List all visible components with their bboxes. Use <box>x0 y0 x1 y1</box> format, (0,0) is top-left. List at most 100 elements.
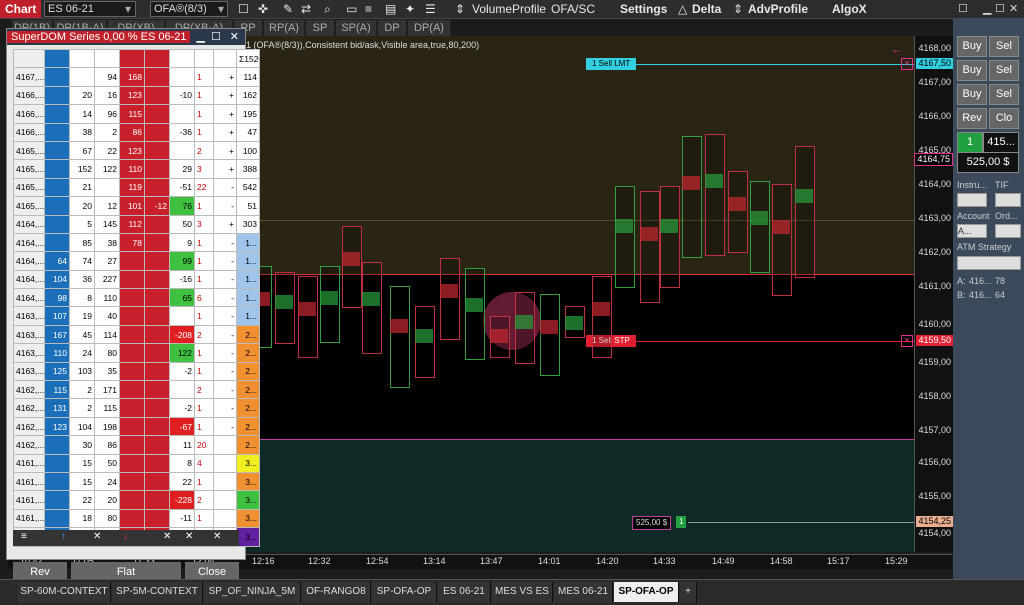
order-qty-select[interactable] <box>995 224 1021 238</box>
chevron-down-icon[interactable]: ▾ <box>218 1 224 17</box>
sell-ask-button[interactable]: Sel <box>989 36 1019 57</box>
ladder-row[interactable]: 4163,... 107 19 40 1-1... <box>13 306 260 326</box>
close-position-button[interactable]: Clo <box>989 108 1019 129</box>
buy-ask-button[interactable]: Buy <box>957 36 987 57</box>
ladder-row[interactable]: 4161,... 15 50 8 4 3... <box>13 453 260 473</box>
square-icon[interactable]: ☐ <box>958 2 968 15</box>
bid-cell[interactable]: 104 <box>44 269 70 290</box>
superdom-ladder[interactable]: Σ1520524167,...941681+1144166,...2016123… <box>13 48 260 547</box>
ask-cell[interactable] <box>119 288 145 308</box>
ladder-row[interactable]: 4161,... 15 24 22 1 3... <box>13 471 260 492</box>
bid-cell[interactable]: 64 <box>44 251 70 271</box>
atm-strategy-select[interactable] <box>957 256 1021 270</box>
sell-bid-button[interactable]: Sel <box>989 84 1019 105</box>
template-icon[interactable]: ▭ <box>346 1 357 17</box>
ask-cell[interactable]: 112 <box>119 214 145 234</box>
buy-market-button[interactable]: Buy <box>957 60 987 81</box>
ask-cell[interactable]: 115 <box>119 104 145 124</box>
cancel-all-icon[interactable]: ✕ <box>185 531 193 542</box>
ask-cell[interactable]: 101 <box>119 196 145 216</box>
position-qty[interactable]: 1 <box>676 516 687 528</box>
bid-cell[interactable]: 115 <box>44 380 70 400</box>
ask-delta-cell[interactable] <box>144 416 170 437</box>
ask-delta-cell[interactable] <box>144 122 170 142</box>
tab-of-rango8[interactable]: OF-RANGO8 <box>302 582 371 602</box>
ask-delta-cell[interactable] <box>144 214 170 234</box>
account-select[interactable]: A... <box>957 224 987 238</box>
cancel-ask-icon[interactable]: ✕ <box>163 531 171 542</box>
ladder-row[interactable]: 4161,... 22 20 -228 2 3... <box>13 490 260 510</box>
draw-icon[interactable]: ✎ <box>283 1 293 17</box>
algox-button[interactable]: AlgoX <box>832 1 867 17</box>
ladder-row[interactable]: 4166,... 20 16 123 -10 1 +162 <box>13 85 260 106</box>
ask-cell[interactable]: 110 <box>119 159 145 179</box>
ask-delta-cell[interactable] <box>144 140 170 161</box>
tab-es-06-21[interactable]: ES 06-21 <box>438 582 491 602</box>
ask-delta-cell[interactable] <box>144 85 170 106</box>
ask-delta-cell[interactable] <box>144 343 170 363</box>
ask-delta-cell[interactable] <box>144 67 170 87</box>
ask-cell[interactable]: 123 <box>119 85 145 106</box>
superdom-titlebar[interactable]: SuperDOM Series 0,00 % ES 06-21 ▁ ☐ ✕ <box>7 29 245 45</box>
sell-market-button[interactable]: Sel <box>989 60 1019 81</box>
list-icon[interactable]: ≡ <box>365 1 372 17</box>
ask-delta-cell[interactable] <box>144 361 170 382</box>
ladder-row[interactable]: 4165,... 152 122 110 29 3 +388 <box>13 159 260 179</box>
buy-bid-button[interactable]: Buy <box>957 84 987 105</box>
bid-cell[interactable]: 110 <box>44 343 70 363</box>
zoom-icon[interactable]: ⌕ <box>324 1 331 17</box>
bid-cell[interactable] <box>44 490 70 510</box>
ask-cell[interactable]: 78 <box>119 232 145 253</box>
ask-delta-cell[interactable] <box>144 251 170 271</box>
ladder-row[interactable]: 4164,... 5 145 112 50 3 +303 <box>13 214 260 234</box>
menu-icon[interactable]: ≡ <box>21 531 27 542</box>
chart-button[interactable]: Chart <box>0 0 42 18</box>
reverse-button[interactable]: Rev <box>957 108 987 129</box>
tab-sp-of-ninja-5m[interactable]: SP_OF_NINJA_5M <box>204 582 301 602</box>
properties-icon[interactable]: ☰ <box>425 1 436 17</box>
bid-cell[interactable] <box>44 214 70 234</box>
maximize-icon[interactable]: ☐ <box>995 2 1005 15</box>
ladder-row[interactable]: 4164,... 64 74 27 99 1-1... <box>13 251 260 271</box>
price-axis[interactable]: 4168,00 4167,00 4166,00 4165,00 4164,00 … <box>914 36 953 552</box>
settings-button[interactable]: Settings <box>620 1 667 17</box>
ladder-row[interactable]: 4165,... 67 22 123 2 +100 <box>13 140 260 161</box>
bid-cell[interactable] <box>44 67 70 87</box>
adv-profile-button[interactable]: AdvProfile <box>748 1 808 17</box>
tab-sp-a[interactable]: SP(A) <box>336 20 377 36</box>
ask-delta-cell[interactable] <box>144 380 170 400</box>
ladder-row[interactable]: 4164,... 98 8 110 65 6-1... <box>13 288 260 308</box>
ask-delta-cell[interactable] <box>144 471 170 492</box>
ask-cell[interactable] <box>119 251 145 271</box>
superdom-window[interactable]: SuperDOM Series 0,00 % ES 06-21 ▁ ☐ ✕ Σ1… <box>6 28 260 582</box>
ask-delta-cell[interactable] <box>144 508 170 529</box>
bid-cell[interactable]: 107 <box>44 306 70 326</box>
tab-sp-5m-context[interactable]: SP-5M-CONTEXT <box>112 582 203 602</box>
maximize-icon[interactable]: ☐ <box>211 29 221 45</box>
sync-icon[interactable]: ⇄ <box>301 1 311 17</box>
ask-delta-cell[interactable] <box>144 269 170 290</box>
bid-cell[interactable]: 123 <box>44 416 70 437</box>
instrument-select[interactable]: ES 06-21 <box>44 1 136 17</box>
tab-sp-ofa-op[interactable]: SP-OFA-OP <box>372 582 437 602</box>
ask-delta-cell[interactable] <box>144 159 170 179</box>
close-icon[interactable]: ✕ <box>213 531 221 542</box>
ask-cell[interactable]: 168 <box>119 67 145 87</box>
bid-cell[interactable] <box>44 435 70 455</box>
indicator-select[interactable]: OFA®(8/3) <box>150 1 228 17</box>
close-icon[interactable]: ✕ <box>901 335 913 347</box>
ask-cell[interactable] <box>119 361 145 382</box>
instrument-select[interactable] <box>957 193 987 207</box>
arrow-down-icon[interactable]: ↓ <box>123 531 128 542</box>
ladder-row[interactable]: 4163,... 125 103 35 -2 1-2... <box>13 361 260 382</box>
close-icon[interactable]: ✕ <box>230 29 239 45</box>
ladder-row[interactable]: 4162,... 30 86 11 20 2... <box>13 435 260 455</box>
ask-cell[interactable] <box>119 416 145 437</box>
ask-delta-cell[interactable] <box>144 177 170 198</box>
tab-sp[interactable]: SP <box>306 20 335 36</box>
ladder-row[interactable]: 4167,... 94 168 1 +114 <box>13 67 260 87</box>
ask-cell[interactable]: 119 <box>119 177 145 198</box>
tab-sp-60m-context[interactable]: SP-60M-CONTEXT <box>18 582 111 602</box>
tab-mes-06-21[interactable]: MES 06-21 <box>554 582 613 602</box>
bid-cell[interactable] <box>44 140 70 161</box>
